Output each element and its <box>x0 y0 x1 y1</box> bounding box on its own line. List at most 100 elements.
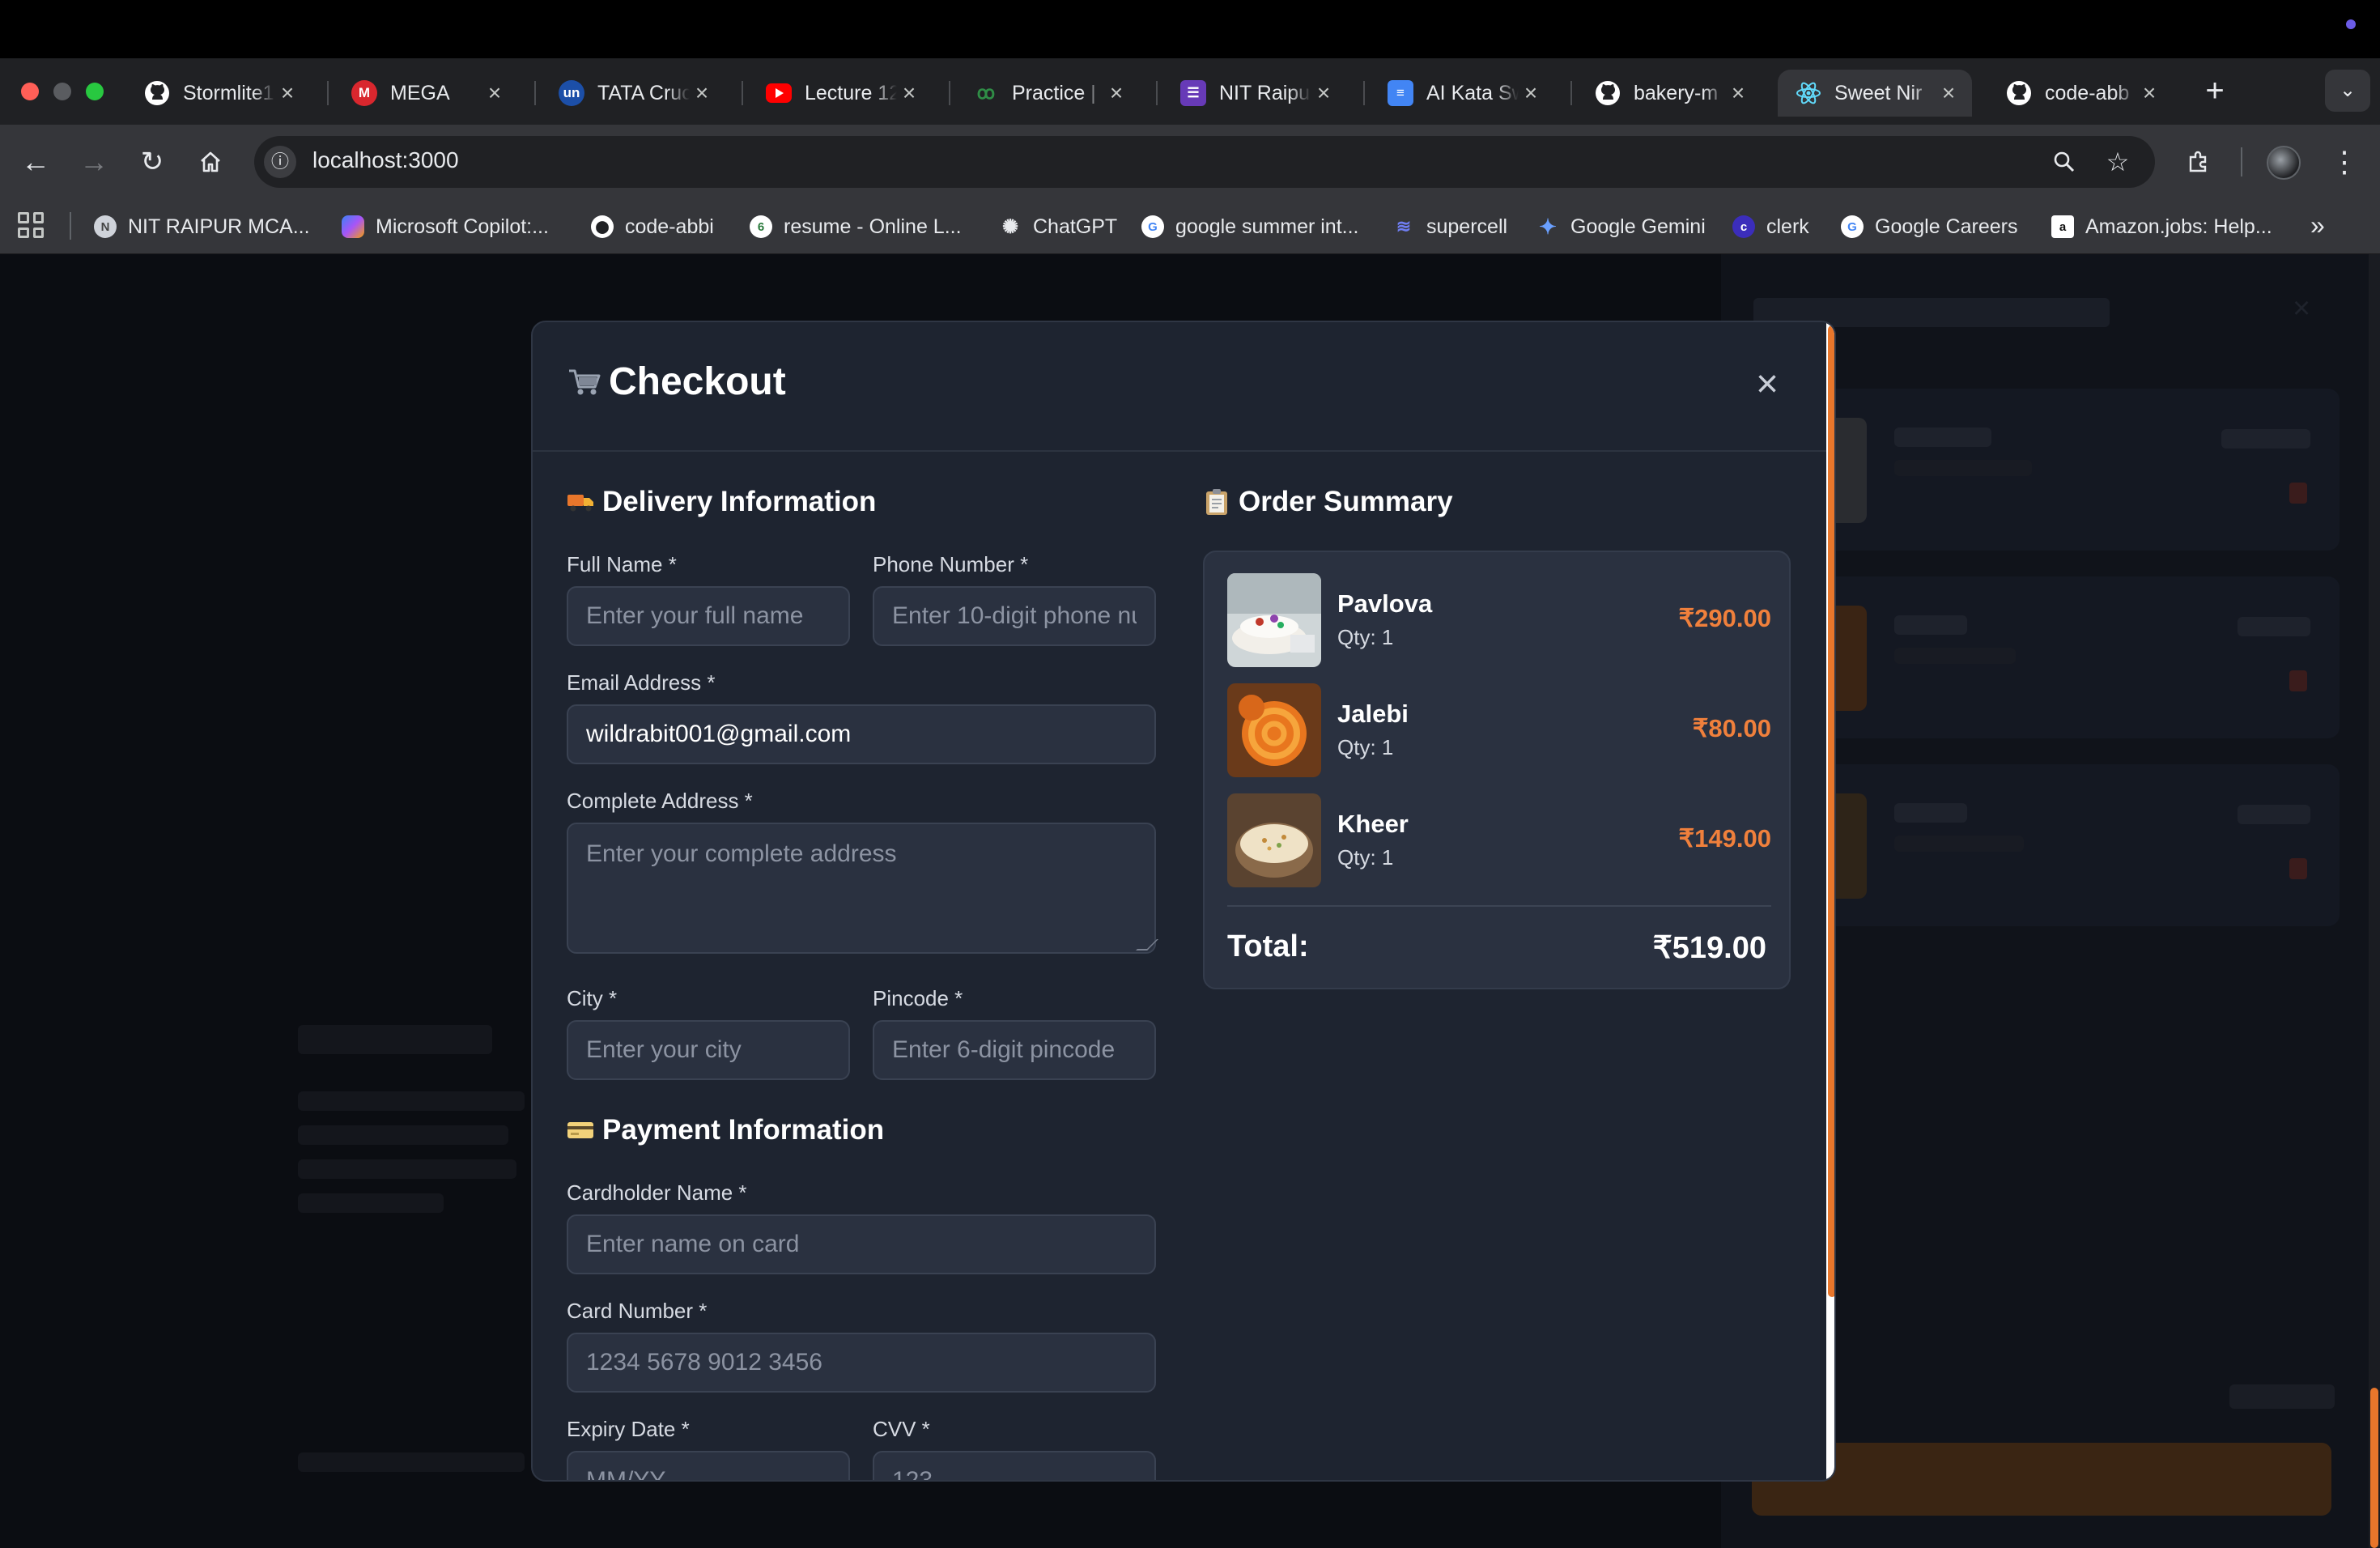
order-item: Jalebi Qty: 1 ₹80.00 <box>1227 683 1771 777</box>
trash-icon[interactable] <box>2289 670 2307 691</box>
tab-close-icon[interactable]: × <box>1311 80 1336 106</box>
tab-title: bakery-m <box>1634 81 1719 104</box>
bookmark-copilot[interactable]: Microsoft Copilot:... <box>342 211 549 243</box>
back-button[interactable]: ← <box>16 142 55 181</box>
tab-separator <box>1156 81 1158 105</box>
tab-separator <box>1570 81 1572 105</box>
tab-search-chevron-icon[interactable]: ⌄ <box>2325 70 2370 112</box>
bookmark-clerk[interactable]: c clerk <box>1732 211 1809 243</box>
bookmark-label: Amazon.jobs: Help... <box>2085 215 2272 238</box>
tab-practice[interactable]: ꝏ Practice | × <box>955 70 1140 117</box>
profile-avatar[interactable] <box>2267 146 2301 180</box>
tab-title: TATA Cruc <box>597 81 690 104</box>
modal-title: Checkout <box>567 359 786 404</box>
tab-close-icon[interactable]: × <box>1726 80 1750 106</box>
total-value: ₹519.00 <box>1652 931 1766 965</box>
forward-button[interactable]: → <box>74 142 113 181</box>
tab-close-icon[interactable]: × <box>690 80 714 106</box>
cvv-input[interactable] <box>873 1451 1156 1480</box>
address-bar[interactable] <box>254 136 2155 188</box>
bookmark-google-careers[interactable]: G Google Careers <box>1841 211 2017 243</box>
tab-close-icon[interactable]: × <box>897 80 921 106</box>
cart-item-sub-placeholder <box>1894 648 2016 664</box>
phone-input[interactable] <box>873 586 1156 646</box>
tab-ai-kata[interactable]: ≡ AI Kata Sw × <box>1370 70 1554 117</box>
browser-menu-icon[interactable]: ⋮ <box>2328 142 2361 181</box>
url-text[interactable]: localhost:3000 <box>312 147 459 173</box>
tab-code-abbi[interactable]: code-abb × <box>1988 70 2173 117</box>
more-bookmarks-icon[interactable]: » <box>2310 211 2325 240</box>
google-icon: G <box>1841 215 1864 238</box>
nit-icon: N <box>94 215 117 238</box>
tab-title: NIT Raipur <box>1219 81 1311 104</box>
tab-separator <box>742 81 743 105</box>
order-summary-heading: Order Summary <box>1203 486 1453 518</box>
tab-close-icon[interactable]: × <box>1104 80 1128 106</box>
tab-bakery[interactable]: bakery-m × <box>1577 70 1762 117</box>
bookmark-nit-raipur[interactable]: N NIT RAIPUR MCA... <box>94 211 310 243</box>
tab-close-icon[interactable]: × <box>275 80 300 106</box>
tab-close-icon[interactable]: × <box>482 80 507 106</box>
window-close-button[interactable] <box>21 83 39 100</box>
bookmark-label: Google Careers <box>1875 215 2018 238</box>
bookmark-gemini[interactable]: ✦ Google Gemini <box>1536 211 1706 243</box>
pincode-label: Pincode * <box>873 986 963 1010</box>
email-input[interactable] <box>567 704 1156 764</box>
cart-item-price-placeholder <box>2238 805 2310 824</box>
tab-nit-raipur[interactable]: ☰ NIT Raipur × <box>1162 70 1347 117</box>
modal-scrollbar-thumb[interactable] <box>1828 325 1834 1297</box>
bookmark-supercell[interactable]: ≋ supercell <box>1392 211 1507 243</box>
site-info-icon[interactable]: ⓘ <box>264 146 296 178</box>
cart-item-sub-placeholder <box>1894 460 2032 476</box>
tab-close-icon[interactable]: × <box>1519 80 1543 106</box>
tab-sweet-nirvana[interactable]: Sweet Nir × <box>1778 70 1972 117</box>
bookmark-chatgpt[interactable]: ✺ ChatGPT <box>999 211 1117 243</box>
tab-title: code-abb <box>2045 81 2130 104</box>
toolbar-separator <box>2241 147 2242 176</box>
cart-total-placeholder <box>2229 1384 2335 1409</box>
address-textarea[interactable] <box>567 823 1156 954</box>
home-button[interactable] <box>191 142 230 181</box>
window-maximize-button[interactable] <box>86 83 104 100</box>
trash-icon[interactable] <box>2289 483 2307 504</box>
tab-tata-crucible[interactable]: un TATA Cruc × <box>541 70 725 117</box>
cart-close-icon[interactable]: × <box>2293 291 2310 326</box>
tab-stormlite[interactable]: Stormlite1 × <box>126 70 311 117</box>
delivery-heading-text: Delivery Information <box>602 486 877 517</box>
cardholder-input[interactable] <box>567 1214 1156 1274</box>
reload-button[interactable]: ↻ <box>133 142 172 181</box>
bookmark-resume[interactable]: 6 resume - Online L... <box>750 211 962 243</box>
background-text-line <box>298 1159 516 1179</box>
menu-bar-strip <box>0 0 2380 58</box>
bookmark-code-abbi[interactable]: ⬤ code-abbi <box>591 211 714 243</box>
zoom-icon[interactable] <box>2045 142 2084 181</box>
bookmark-google-summer[interactable]: G google summer int... <box>1141 211 1359 243</box>
bookmark-star-icon[interactable]: ☆ <box>2098 142 2137 181</box>
card-number-input[interactable] <box>567 1333 1156 1393</box>
close-icon[interactable]: × <box>1747 364 1787 405</box>
bookmark-label: supercell <box>1426 215 1508 238</box>
cart-item-name-placeholder <box>1894 427 1991 447</box>
pincode-input[interactable] <box>873 1020 1156 1080</box>
order-item-price: ₹149.00 <box>1678 824 1771 853</box>
delivery-truck-icon <box>567 490 594 514</box>
extensions-icon[interactable] <box>2179 142 2218 181</box>
proceed-to-checkout-button[interactable] <box>1752 1443 2331 1516</box>
tab-close-icon[interactable]: × <box>1936 80 1961 106</box>
trash-icon[interactable] <box>2289 858 2307 879</box>
tab-lecture[interactable]: Lecture 12 × <box>748 70 933 117</box>
summary-divider <box>1227 905 1771 907</box>
full-name-input[interactable] <box>567 586 850 646</box>
google-icon: G <box>1141 215 1164 238</box>
city-input[interactable] <box>567 1020 850 1080</box>
bookmark-amazon-jobs[interactable]: a Amazon.jobs: Help... <box>2051 211 2272 243</box>
tab-mega[interactable]: M MEGA × <box>334 70 518 117</box>
page-scrollbar[interactable] <box>2369 254 2380 1548</box>
expiry-input[interactable] <box>567 1451 850 1480</box>
new-tab-button[interactable]: + <box>2197 73 2233 108</box>
apps-grid-icon[interactable] <box>18 212 44 238</box>
tab-close-icon[interactable]: × <box>2137 80 2161 106</box>
cvv-label: CVV * <box>873 1417 930 1441</box>
page-scrollbar-thumb[interactable] <box>2370 1388 2378 1548</box>
window-minimize-button[interactable] <box>53 83 71 100</box>
